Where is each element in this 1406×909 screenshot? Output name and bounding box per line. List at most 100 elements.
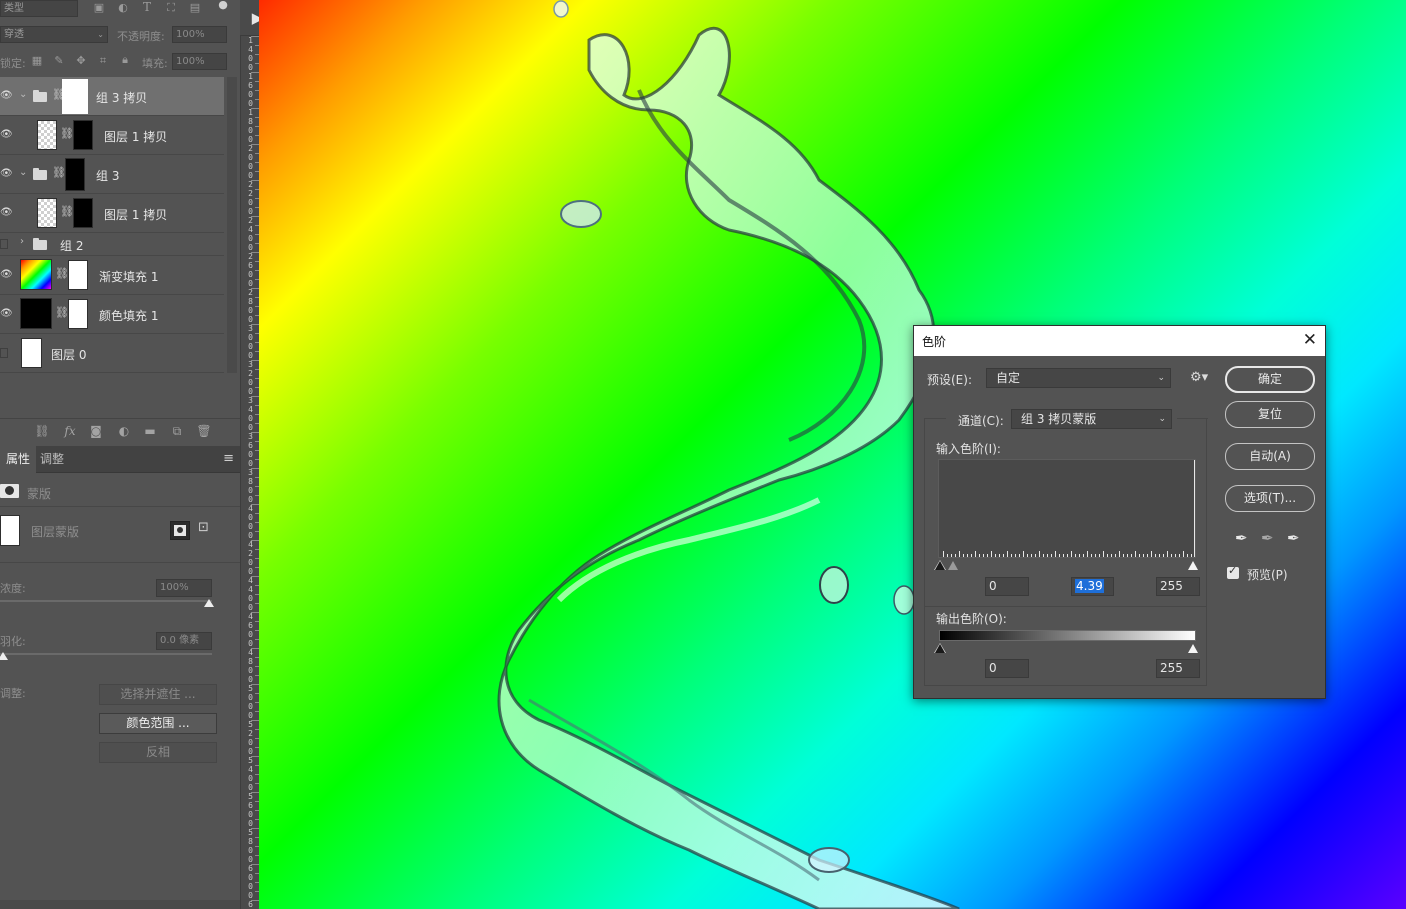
eye-icon[interactable]: 👁︎	[0, 168, 13, 179]
feather-value: 0.0 像素	[160, 635, 200, 646]
density-input[interactable]: 100%	[156, 579, 212, 597]
gear-icon[interactable]: ⚙︎▾	[1190, 370, 1208, 385]
channel-select[interactable]: 组 3 拷贝蒙版 ⌄	[1011, 409, 1172, 429]
feather-slider-handle[interactable]	[0, 652, 8, 660]
layer-row-layer1-copy-2[interactable]: 👁︎ ⛓ 图层 1 拷贝	[0, 194, 224, 233]
link-icon[interactable]: ⛓	[52, 166, 66, 179]
lock-all-icon[interactable]: 🔒︎	[118, 53, 132, 67]
layer-row-group3[interactable]: 👁︎ ⌄ ⛓ 组 3	[0, 155, 224, 194]
vector-mask-icon[interactable]: ⊡	[198, 520, 209, 535]
feather-slider[interactable]	[0, 653, 212, 655]
layer-row-color-fill[interactable]: 👁︎ ⛓ 颜色填充 1	[0, 295, 224, 334]
mask-thumbnail[interactable]	[73, 198, 93, 228]
new-group-icon[interactable]: ▬	[142, 424, 158, 438]
feather-input[interactable]: 0.0 像素	[156, 632, 212, 650]
layer-row-group2[interactable]: › 组 2	[0, 233, 224, 256]
output-black-slider[interactable]	[935, 644, 945, 653]
trash-icon[interactable]: 🗑︎	[196, 424, 212, 438]
density-slider[interactable]	[0, 600, 212, 602]
eye-icon[interactable]: 👁︎	[0, 269, 13, 280]
chevron-down-icon[interactable]: ⌄	[19, 167, 27, 178]
eye-icon[interactable]: 👁︎	[0, 90, 13, 101]
chevron-right-icon[interactable]: ›	[20, 236, 24, 247]
shape-filter-icon[interactable]: ⛶	[164, 1, 178, 15]
panel-menu-icon[interactable]: ≡	[223, 451, 234, 466]
input-black-slider[interactable]	[935, 561, 945, 570]
color-fill-thumbnail[interactable]	[20, 298, 52, 329]
lock-position-icon[interactable]: ✥	[74, 54, 88, 67]
input-gamma-slider[interactable]	[948, 561, 958, 570]
link-icon[interactable]: ⛓	[60, 205, 74, 218]
input-black-field[interactable]: 0	[985, 577, 1029, 596]
eye-icon[interactable]: 👁︎	[0, 308, 13, 319]
select-and-mask-button[interactable]: 选择并遮住 ...	[99, 684, 217, 705]
ruler-label: 3600	[248, 432, 253, 468]
filter-toggle-icon[interactable]: ●	[216, 0, 230, 11]
options-button[interactable]: 选项(T)...	[1225, 485, 1315, 512]
dialog-titlebar[interactable]: 色阶 ✕	[914, 326, 1325, 356]
preset-select[interactable]: 自定 ⌄	[986, 368, 1171, 388]
adjustment-layer-icon[interactable]: ◐	[116, 424, 132, 438]
auto-button[interactable]: 自动(A)	[1225, 443, 1315, 470]
link-icon[interactable]: ⛓	[60, 127, 74, 140]
close-icon[interactable]: ✕	[1303, 330, 1317, 350]
mask-thumbnail[interactable]	[68, 299, 88, 329]
opacity-input[interactable]: 100%	[172, 26, 227, 43]
new-layer-icon[interactable]: ⧉	[169, 424, 185, 439]
histogram-bin	[991, 551, 992, 557]
fill-input[interactable]: 100%	[172, 53, 227, 70]
pixel-mask-button[interactable]	[170, 521, 190, 540]
adjustment-filter-icon[interactable]: ◐	[116, 1, 130, 14]
mask-thumbnail[interactable]	[73, 120, 93, 150]
layer-row-group3-copy[interactable]: 👁︎ ⌄ ⛓ 组 3 拷贝	[0, 77, 224, 116]
black-eyedropper-icon[interactable]: ✒︎	[1235, 529, 1248, 547]
tab-properties[interactable]: 属性	[0, 446, 37, 473]
color-range-button[interactable]: 颜色范围 ...	[99, 713, 217, 734]
mask-thumbnail[interactable]	[62, 79, 88, 114]
blend-mode-select[interactable]: 穿透 ⌄	[0, 26, 108, 43]
layer-row-gradient-fill[interactable]: 👁︎ ⛓ 渐变填充 1	[0, 256, 224, 295]
white-eyedropper-icon[interactable]: ✒︎	[1287, 529, 1300, 547]
mask-thumbnail[interactable]	[65, 158, 85, 191]
invert-button[interactable]: 反相	[99, 742, 217, 763]
visibility-toggle[interactable]	[0, 348, 8, 358]
text-filter-icon[interactable]: T	[140, 0, 154, 14]
output-white-slider[interactable]	[1188, 644, 1198, 653]
add-mask-icon[interactable]: ◙	[88, 424, 104, 438]
chevron-down-icon[interactable]: ⌄	[19, 89, 27, 100]
visibility-toggle[interactable]	[0, 239, 8, 249]
layer-thumbnail[interactable]	[21, 338, 42, 368]
eye-icon[interactable]: 👁︎	[0, 207, 13, 218]
density-slider-handle[interactable]	[204, 599, 214, 607]
gray-eyedropper-icon[interactable]: ✒︎	[1261, 529, 1274, 547]
divider	[0, 506, 240, 507]
layer-row-layer0[interactable]: 图层 0	[0, 334, 224, 373]
layer-thumbnail[interactable]	[37, 120, 57, 150]
gradient-fill-thumbnail[interactable]	[20, 259, 52, 290]
ok-button[interactable]: 确定	[1225, 366, 1315, 393]
lock-transparent-icon[interactable]: ▦	[30, 54, 44, 67]
layer-row-layer1-copy[interactable]: 👁︎ ⛓ 图层 1 拷贝	[0, 116, 224, 155]
filter-kind-select[interactable]: 类型	[0, 0, 78, 17]
link-icon[interactable]: ⛓	[55, 267, 69, 280]
input-white-slider[interactable]	[1188, 561, 1198, 570]
link-layers-icon[interactable]: ⛓	[34, 424, 50, 438]
mask-thumbnail[interactable]	[68, 260, 88, 290]
histogram-bin	[1147, 554, 1148, 557]
tab-adjustments[interactable]: 调整	[34, 446, 70, 473]
output-white-field[interactable]: 255	[1156, 659, 1200, 678]
layers-scrollbar[interactable]	[227, 77, 237, 373]
layer-thumbnail[interactable]	[37, 198, 57, 228]
link-icon[interactable]: ⛓	[55, 306, 69, 319]
preview-checkbox[interactable]	[1227, 564, 1239, 579]
lock-pixels-icon[interactable]: ✎	[52, 54, 66, 67]
output-black-field[interactable]: 0	[985, 659, 1029, 678]
input-gamma-field[interactable]: 4.39	[1071, 577, 1114, 596]
lock-artboard-icon[interactable]: ⌗	[96, 54, 110, 68]
input-white-field[interactable]: 255	[1156, 577, 1200, 596]
smart-object-filter-icon[interactable]: ▤	[188, 1, 202, 14]
reset-button[interactable]: 复位	[1225, 401, 1315, 428]
image-filter-icon[interactable]: ▣	[92, 1, 106, 14]
fx-icon[interactable]: fx	[62, 424, 78, 438]
eye-icon[interactable]: 👁︎	[0, 129, 13, 140]
